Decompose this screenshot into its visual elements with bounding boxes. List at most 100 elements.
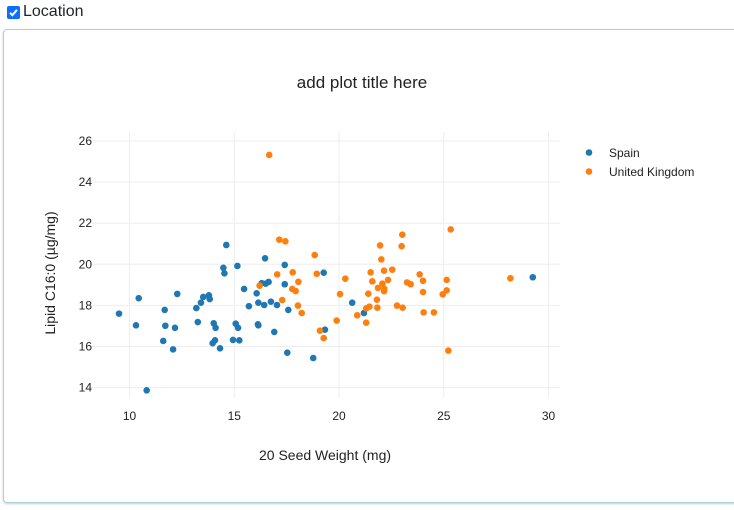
data-point-spain (206, 295, 214, 303)
x-axis-label: 20 Seed Weight (mg) (259, 447, 391, 463)
data-point-united-kingdom (443, 276, 450, 284)
data-point-spain (234, 262, 241, 270)
data-point-united-kingdom (407, 280, 414, 288)
data-point-spain (283, 349, 291, 356)
data-point-united-kingdom (447, 226, 454, 233)
data-points (115, 151, 537, 394)
data-point-united-kingdom (376, 242, 384, 249)
data-point-united-kingdom (384, 276, 392, 284)
data-point-united-kingdom (393, 302, 401, 309)
data-point-spain (240, 285, 248, 293)
data-point-spain (255, 299, 262, 307)
data-point-spain (348, 299, 356, 307)
legend-item-united-kingdom[interactable]: United Kingdom (585, 165, 695, 179)
data-point-united-kingdom (380, 287, 388, 295)
data-point-united-kingdom (367, 269, 374, 276)
data-point-united-kingdom (298, 309, 306, 317)
data-point-united-kingdom (273, 271, 281, 278)
tick-labels: 10 15 20 25 30 14 16 18 20 22 24 26 (79, 134, 556, 423)
scatter-chart[interactable]: 10 15 20 25 30 14 16 18 20 22 24 26 add plot title … (0, 0, 734, 510)
data-point-united-kingdom (419, 277, 427, 285)
data-point-spain (193, 304, 200, 312)
data-point-spain (267, 298, 275, 306)
data-point-spain (320, 269, 328, 277)
data-point-spain (199, 293, 207, 301)
data-point-united-kingdom (311, 251, 318, 259)
data-point-united-kingdom (398, 231, 406, 239)
data-point-united-kingdom (320, 334, 328, 342)
data-point-spain (209, 339, 216, 347)
data-point-united-kingdom (316, 327, 324, 334)
data-point-spain (260, 301, 268, 309)
data-point-spain (281, 261, 289, 269)
data-point-spain (162, 322, 169, 330)
data-point-spain (309, 354, 317, 362)
y-tick-label: 18 (79, 298, 93, 312)
data-point-united-kingdom (282, 237, 289, 245)
data-point-spain (173, 290, 181, 298)
data-point-united-kingdom (373, 296, 381, 303)
data-point-united-kingdom (369, 278, 376, 285)
data-point-spain (171, 324, 179, 332)
data-point-united-kingdom (275, 236, 283, 243)
data-point-united-kingdom (294, 302, 302, 309)
data-point-spain (169, 346, 177, 353)
data-point-spain (255, 322, 262, 329)
data-point-united-kingdom (419, 288, 427, 296)
y-tick-label: 14 (79, 381, 93, 395)
data-point-spain (261, 255, 269, 262)
data-point-united-kingdom (380, 267, 388, 274)
legend-marker (585, 168, 593, 175)
data-point-united-kingdom (278, 296, 286, 304)
data-point-united-kingdom (295, 278, 302, 286)
x-tick-label: 25 (437, 409, 451, 423)
data-point-united-kingdom (292, 287, 299, 295)
data-point-united-kingdom (289, 269, 297, 276)
legend-label: United Kingdom (609, 165, 694, 179)
data-point-united-kingdom (256, 282, 263, 289)
x-tick-label: 10 (123, 409, 137, 423)
data-point-spain (529, 273, 537, 281)
data-point-spain (245, 302, 253, 310)
data-point-united-kingdom (388, 266, 396, 273)
data-point-spain (253, 289, 260, 297)
data-point-spain (135, 294, 143, 302)
y-tick-label: 22 (79, 216, 93, 230)
data-point-spain (222, 241, 230, 249)
data-point-spain (265, 278, 272, 286)
data-point-spain (132, 322, 140, 329)
data-point-spain (221, 270, 228, 277)
y-tick-label: 24 (79, 175, 93, 189)
data-point-spain (281, 280, 289, 288)
y-axis-label: Lipid C16:0 (µg/mg) (42, 211, 58, 334)
data-point-united-kingdom (430, 309, 438, 316)
y-tick-label: 20 (79, 257, 93, 271)
data-point-spain (229, 336, 237, 344)
data-point-spain (273, 301, 281, 309)
y-tick-label: 16 (79, 340, 93, 354)
data-point-united-kingdom (420, 309, 427, 316)
legend-item-spain[interactable]: Spain (585, 146, 640, 160)
data-point-united-kingdom (362, 304, 370, 312)
data-point-united-kingdom (374, 304, 381, 311)
data-point-spain (212, 324, 219, 332)
legend-label: Spain (609, 146, 640, 160)
grid (90, 132, 560, 398)
data-point-united-kingdom (416, 271, 423, 278)
data-point-united-kingdom (333, 317, 340, 324)
data-point-spain (161, 306, 168, 314)
data-point-spain (285, 306, 292, 314)
data-point-spain (194, 318, 202, 326)
data-point-spain (159, 337, 167, 345)
data-point-spain (235, 337, 243, 344)
data-point-united-kingdom (313, 270, 321, 278)
data-point-united-kingdom (365, 290, 372, 297)
data-point-united-kingdom (336, 290, 344, 298)
data-point-united-kingdom (399, 304, 406, 311)
legend[interactable]: Spain United Kingdom (585, 146, 695, 179)
data-point-united-kingdom (445, 347, 452, 354)
data-point-united-kingdom (341, 275, 349, 282)
data-point-spain (115, 310, 123, 317)
data-point-spain (197, 299, 205, 307)
data-point-united-kingdom (398, 242, 405, 250)
